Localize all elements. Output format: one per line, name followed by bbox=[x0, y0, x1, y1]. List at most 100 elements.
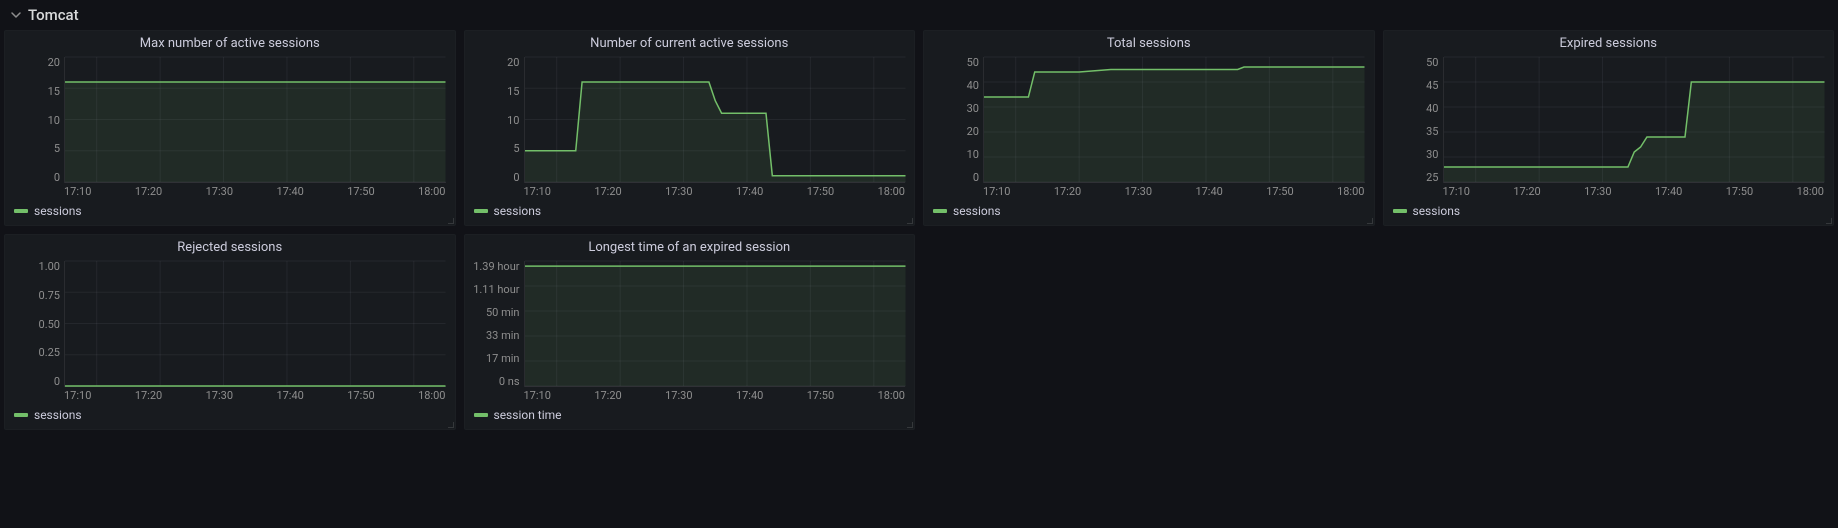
x-tick-label: 17:40 bbox=[1655, 185, 1682, 198]
legend[interactable]: sessions bbox=[923, 198, 1375, 226]
x-tick-label: 17:40 bbox=[276, 389, 303, 402]
resize-handle-icon[interactable] bbox=[1824, 216, 1832, 224]
chart-area[interactable]: 1.000.750.500.250 bbox=[4, 255, 456, 387]
panel-title: Number of current active sessions bbox=[464, 30, 916, 51]
x-tick-label: 17:10 bbox=[524, 185, 551, 198]
panel-expired-sessions[interactable]: Expired sessions50454035302517:1017:2017… bbox=[1383, 30, 1835, 226]
y-tick-label: 0 bbox=[54, 172, 60, 183]
x-tick-label: 18:00 bbox=[1337, 185, 1364, 198]
x-tick-label: 17:50 bbox=[347, 389, 374, 402]
legend[interactable]: sessions bbox=[4, 198, 456, 226]
legend[interactable]: sessions bbox=[464, 198, 916, 226]
panel-total-sessions[interactable]: Total sessions50403020100 17:10 17:20 17:30… bbox=[923, 30, 1375, 226]
panel-longest-expired[interactable]: Longest time of an expired session 1.39 h… bbox=[464, 234, 916, 430]
legend-label: sessions bbox=[494, 204, 542, 218]
x-tick-label: 17:20 bbox=[594, 389, 621, 402]
resize-handle-icon[interactable] bbox=[1365, 216, 1373, 224]
chart-area[interactable]: 20151050 bbox=[4, 51, 456, 183]
section-title: Tomcat bbox=[28, 6, 79, 24]
resize-handle-icon[interactable] bbox=[905, 420, 913, 428]
plot[interactable] bbox=[1443, 57, 1825, 183]
resize-handle-icon[interactable] bbox=[905, 216, 913, 224]
x-tick-label: 17:20 bbox=[1054, 185, 1081, 198]
x-tick-label: 17:30 bbox=[665, 389, 692, 402]
x-tick-label: 17:30 bbox=[206, 389, 233, 402]
x-tick-label: 17:10 bbox=[1443, 185, 1470, 198]
plot[interactable] bbox=[524, 261, 906, 387]
y-axis: 20 15 10 5 0 bbox=[468, 57, 524, 183]
legend[interactable]: session time bbox=[464, 402, 916, 430]
y-tick-label: 20 bbox=[507, 57, 519, 68]
plot[interactable] bbox=[64, 57, 446, 183]
chevron-down-icon bbox=[10, 9, 22, 21]
y-axis: 504540353025 bbox=[1387, 57, 1443, 183]
y-tick-label: 0 ns bbox=[499, 376, 520, 387]
x-axis: 17:1017:2017:3017:4017:5018:00 bbox=[464, 183, 916, 198]
x-tick-label: 17:20 bbox=[135, 389, 162, 402]
x-axis: 17:10 17:20 17:30 17:40 17:50 18:00 bbox=[923, 183, 1375, 198]
legend-label: sessions bbox=[1413, 204, 1461, 218]
y-axis: 1.000.750.500.250 bbox=[8, 261, 64, 387]
legend-swatch bbox=[1393, 209, 1407, 213]
x-tick-label: 18:00 bbox=[418, 389, 445, 402]
section-header[interactable]: Tomcat bbox=[0, 0, 1838, 30]
y-tick-label: 10 bbox=[507, 115, 519, 126]
chart-area[interactable]: 20 15 10 5 0 bbox=[464, 51, 916, 183]
plot[interactable] bbox=[983, 57, 1365, 183]
x-axis: 17:1017:2017:3017:4017:5018:00 bbox=[4, 183, 456, 198]
y-tick-label: 1.39 hour bbox=[473, 261, 519, 272]
legend[interactable]: sessions bbox=[1383, 198, 1835, 226]
x-tick-label: 17:40 bbox=[1195, 185, 1222, 198]
legend-swatch bbox=[14, 413, 28, 417]
x-tick-label: 17:10 bbox=[983, 185, 1010, 198]
y-tick-label: 15 bbox=[48, 86, 60, 97]
y-tick-label: 0.50 bbox=[39, 319, 60, 330]
chart-area[interactable]: 1.39 hour1.11 hour50 min33 min17 min0 ns bbox=[464, 255, 916, 387]
x-tick-label: 17:10 bbox=[64, 185, 91, 198]
legend-label: sessions bbox=[34, 408, 82, 422]
plot[interactable] bbox=[524, 57, 906, 183]
x-tick-label: 18:00 bbox=[878, 389, 905, 402]
resize-handle-icon[interactable] bbox=[446, 420, 454, 428]
y-tick-label: 15 bbox=[507, 86, 519, 97]
x-tick-label: 17:30 bbox=[1584, 185, 1611, 198]
y-tick-label: 5 bbox=[513, 143, 519, 154]
y-tick-label: 1.11 hour bbox=[473, 284, 519, 295]
x-tick-label: 17:20 bbox=[135, 185, 162, 198]
chart-area[interactable]: 504540353025 bbox=[1383, 51, 1835, 183]
legend-swatch bbox=[14, 209, 28, 213]
x-axis: 17:1017:2017:3017:4017:5018:00 bbox=[1383, 183, 1835, 198]
chart-area[interactable]: 50403020100 bbox=[923, 51, 1375, 183]
resize-handle-icon[interactable] bbox=[446, 216, 454, 224]
x-tick-label: 17:50 bbox=[1266, 185, 1293, 198]
x-axis: 17:10 17:20 17:30 17:40 17:50 18:00 bbox=[4, 387, 456, 402]
legend-swatch bbox=[933, 209, 947, 213]
x-tick-label: 18:00 bbox=[418, 185, 445, 198]
x-tick-label: 17:30 bbox=[1125, 185, 1152, 198]
x-tick-label: 17:30 bbox=[665, 185, 692, 198]
y-tick-label: 20 bbox=[48, 57, 60, 68]
panel-max-active[interactable]: Max number of active sessions2015105017:… bbox=[4, 30, 456, 226]
y-tick-label: 35 bbox=[1426, 126, 1438, 137]
y-tick-label: 0.75 bbox=[39, 290, 60, 301]
panel-title: Max number of active sessions bbox=[4, 30, 456, 51]
y-tick-label: 30 bbox=[1426, 149, 1438, 160]
y-tick-label: 1.00 bbox=[39, 261, 60, 272]
x-tick-label: 17:10 bbox=[64, 389, 91, 402]
y-tick-label: 0 bbox=[513, 172, 519, 183]
panels-grid: Max number of active sessions2015105017:… bbox=[0, 30, 1838, 438]
y-tick-label: 45 bbox=[1426, 80, 1438, 91]
panel-title: Longest time of an expired session bbox=[464, 234, 916, 255]
panel-rejected-sessions[interactable]: Rejected sessions1.000.750.500.25017:101… bbox=[4, 234, 456, 430]
x-axis: 17:1017:2017:3017:4017:5018:00 bbox=[464, 387, 916, 402]
x-tick-label: 17:50 bbox=[807, 185, 834, 198]
y-tick-label: 0.25 bbox=[39, 347, 60, 358]
panel-title: Total sessions bbox=[923, 30, 1375, 51]
legend[interactable]: sessions bbox=[4, 402, 456, 430]
x-tick-label: 18:00 bbox=[1797, 185, 1824, 198]
y-tick-label: 33 min bbox=[486, 330, 520, 341]
x-tick-label: 17:10 bbox=[524, 389, 551, 402]
y-tick-label: 30 bbox=[967, 103, 979, 114]
panel-current-active[interactable]: Number of current active sessions 20 15 10 5… bbox=[464, 30, 916, 226]
plot[interactable] bbox=[64, 261, 446, 387]
